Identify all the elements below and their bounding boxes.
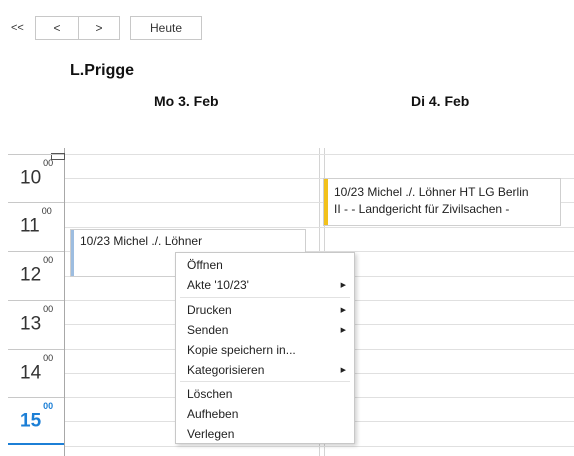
menu-item-send[interactable]: Senden — [187, 323, 228, 337]
hour-line — [8, 251, 64, 252]
hour-line — [8, 300, 64, 301]
previous-label: < — [53, 21, 61, 35]
menu-item-open[interactable]: Öffnen — [187, 258, 223, 272]
menu-separator — [180, 297, 350, 298]
next-label: > — [95, 21, 103, 35]
menu-separator — [180, 381, 350, 382]
hour-line — [8, 397, 64, 398]
submenu-arrow-icon: ▶ — [340, 282, 346, 289]
grid-row-line — [65, 154, 574, 155]
appointment-tuesday[interactable]: 10/23 Michel ./. Löhner HT LG Berlin II … — [323, 178, 561, 226]
day-header-tuesday[interactable]: Di 4. Feb — [411, 93, 469, 109]
next-button[interactable]: > — [78, 16, 120, 40]
grid-row-line — [65, 227, 574, 228]
menu-item-save-copy[interactable]: Kopie speichern in... — [187, 343, 296, 357]
day-header-monday[interactable]: Mo 3. Feb — [154, 93, 219, 109]
submenu-arrow-icon: ▶ — [340, 367, 346, 374]
current-hour-marker — [8, 443, 64, 445]
menu-item-move[interactable]: Verlegen — [187, 427, 234, 441]
today-label: Heute — [149, 21, 183, 35]
time-label-10: 1000 — [20, 158, 54, 189]
today-button[interactable]: Heute — [130, 16, 202, 40]
menu-item-categorize[interactable]: Kategorisieren — [187, 363, 264, 377]
menu-item-delete[interactable]: Löschen — [187, 387, 232, 401]
appointment-color-bar — [71, 230, 74, 276]
first-button[interactable]: << — [11, 22, 24, 34]
appointment-title-line1: 10/23 Michel ./. Löhner HT LG Berlin — [334, 185, 529, 199]
time-label-12: 1200 — [20, 255, 54, 286]
time-label-11: 1100 — [20, 206, 52, 237]
time-label-13: 1300 — [20, 304, 54, 335]
hour-line — [8, 154, 64, 155]
time-label-15: 1500 — [20, 401, 54, 432]
appointment-title-line2: II - - Landgericht für Zivilsachen - — [334, 202, 510, 216]
submenu-arrow-icon: ▶ — [340, 307, 346, 314]
submenu-arrow-icon: ▶ — [340, 327, 346, 334]
calendar-owner: L.Prigge — [70, 62, 135, 79]
time-gutter-divider — [64, 148, 65, 456]
menu-item-file[interactable]: Akte '10/23' — [187, 278, 249, 292]
grid-row-line — [65, 446, 574, 447]
hour-line — [8, 202, 64, 203]
previous-button[interactable]: < — [35, 16, 79, 40]
appointment-title: 10/23 Michel ./. Löhner — [80, 234, 203, 248]
appointment-color-bar — [324, 179, 328, 225]
context-menu: Öffnen Akte '10/23' ▶ Drucken ▶ Senden ▶… — [175, 252, 355, 444]
hour-line — [8, 349, 64, 350]
menu-item-print[interactable]: Drucken — [187, 303, 232, 317]
menu-item-cancel[interactable]: Aufheben — [187, 407, 238, 421]
time-label-14: 1400 — [20, 353, 54, 384]
